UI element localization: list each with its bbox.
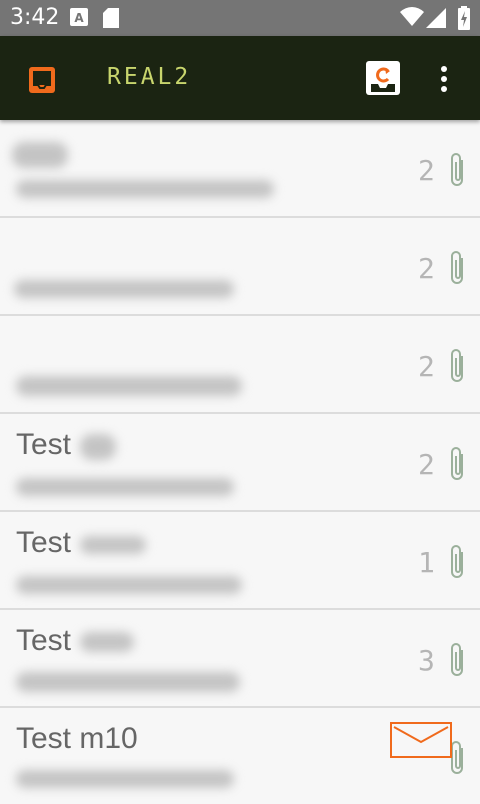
message-row[interactable]: 2	[0, 218, 480, 316]
redacted-sender	[80, 434, 116, 460]
svg-text:A: A	[74, 11, 84, 25]
redacted-sender	[80, 536, 146, 554]
message-count: 2	[418, 350, 435, 383]
message-count: 3	[418, 644, 435, 677]
sender-name: Test	[16, 624, 72, 657]
message-count: 2	[418, 448, 435, 481]
inbox-button[interactable]	[26, 64, 58, 96]
attachment-icon	[451, 545, 463, 578]
redacted-subject	[16, 376, 242, 396]
battery-charging-icon	[458, 6, 470, 30]
redacted-subject	[16, 576, 242, 594]
account-title: REAL2	[107, 64, 192, 90]
attachment-icon	[451, 349, 463, 382]
redacted-subject	[14, 280, 234, 298]
font-icon: A	[70, 8, 88, 26]
message-row[interactable]: Test 1	[0, 512, 480, 610]
compose-button[interactable]	[390, 722, 452, 758]
sync-button[interactable]	[365, 60, 401, 96]
app-bar: REAL2	[0, 36, 480, 120]
sender-name: Test	[16, 428, 72, 461]
attachment-icon	[451, 643, 463, 676]
redacted-subject	[16, 672, 240, 692]
sync-inbox-icon	[366, 61, 400, 95]
signal-icon	[426, 8, 446, 28]
redacted-subject	[16, 770, 234, 788]
wifi-icon	[400, 7, 424, 27]
attachment-icon	[451, 447, 463, 480]
sender-name: Test m10	[16, 722, 138, 755]
more-vert-icon	[441, 66, 447, 92]
message-row[interactable]: 2	[0, 120, 480, 218]
message-count: 2	[418, 252, 435, 285]
redacted-sender	[80, 632, 134, 652]
attachment-icon	[451, 251, 463, 284]
envelope-icon	[393, 726, 449, 744]
message-row[interactable]: 2	[0, 316, 480, 414]
message-list: 2 2 2 Test 2 Test 1 Test 3 Test m10	[0, 120, 480, 804]
message-count: 1	[418, 546, 435, 579]
redacted-sender	[12, 142, 68, 168]
status-bar: 3:42 A	[0, 0, 480, 36]
message-row[interactable]: Test 2	[0, 414, 480, 512]
sd-card-icon	[103, 8, 119, 28]
message-count: 2	[418, 154, 435, 187]
overflow-menu-button[interactable]	[430, 64, 458, 94]
attachment-icon	[451, 153, 463, 186]
status-time: 3:42	[10, 5, 60, 30]
message-row[interactable]: Test 3	[0, 610, 480, 708]
inbox-icon	[29, 67, 55, 93]
sender-name: Test	[16, 526, 72, 559]
redacted-subject	[16, 478, 234, 496]
redacted-subject	[16, 180, 274, 198]
